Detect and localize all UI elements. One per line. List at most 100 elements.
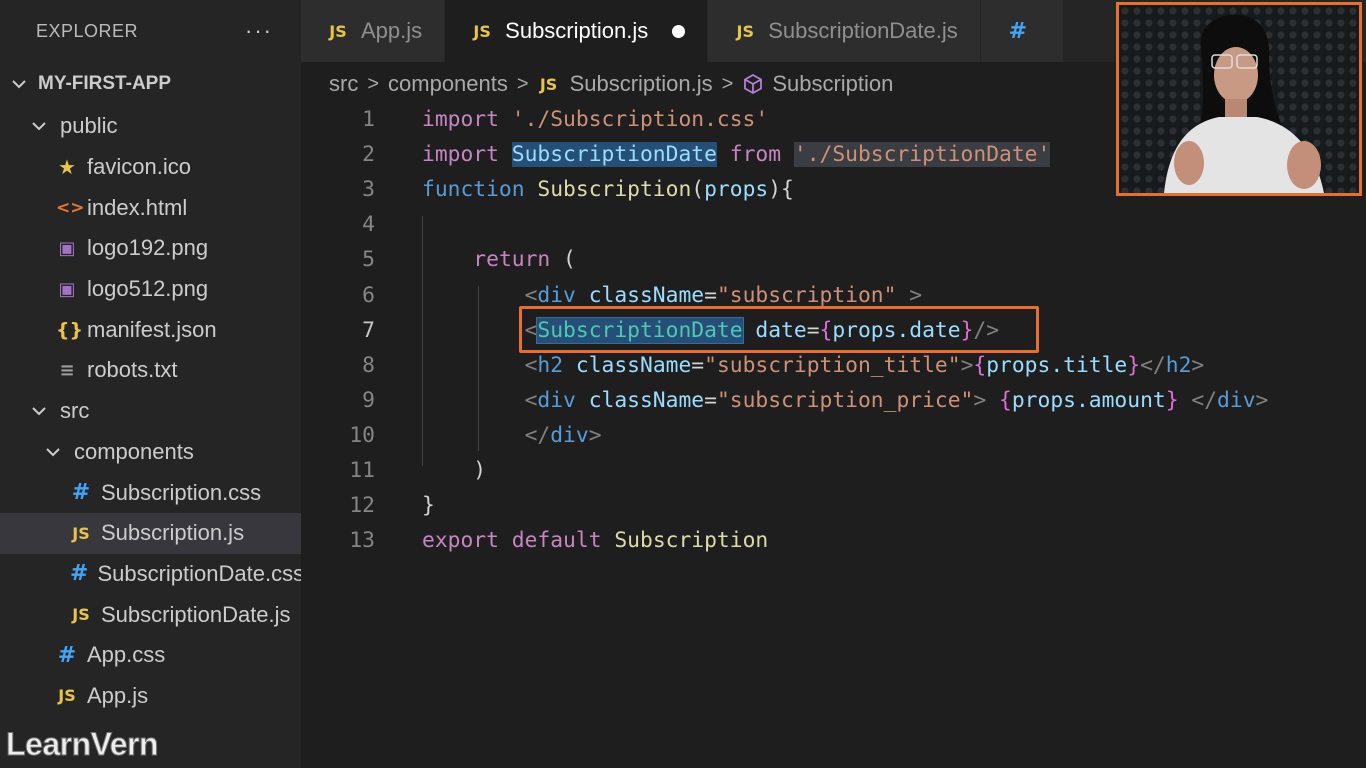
code-token: > [588,422,602,448]
code-token: h2 [1165,352,1192,378]
breadcrumb-file[interactable]: Subscription.js [570,71,713,97]
text-file-icon: ≡ [59,359,75,381]
line-number: 13 [349,528,375,554]
explorer-header: EXPLORER ··· [0,0,301,62]
tab-overflow[interactable]: # [980,0,1064,62]
code-token: import [422,142,499,168]
breadcrumb: src > components > JS Subscription.js > … [329,64,893,104]
js-icon: JS [736,21,754,41]
folder-src[interactable]: src [0,391,301,432]
file-item[interactable]: {} manifest.json [0,309,301,350]
code-token: export [422,528,499,554]
code-token: div [537,282,576,308]
code-token: } [1165,387,1179,413]
tree-item-label: components [74,438,194,464]
tab-label: App.js [361,18,423,43]
breadcrumb-src[interactable]: src [329,71,358,97]
line-number: 3 [362,177,375,203]
file-item[interactable]: JS App.js [0,676,301,717]
file-tree: public ★ favicon.ico <> index.html ▣ logo192.p… [0,106,301,716]
code-text: return ( [422,242,576,277]
tree-item-label: public [60,113,118,139]
folder-components[interactable]: components [0,432,301,473]
file-item[interactable]: # App.css [0,635,301,676]
learnvern-watermark: LearnVern [5,726,159,763]
file-item[interactable]: # Subscription.css [0,472,301,513]
code-token: > [960,352,974,378]
chevron-down-icon [12,77,26,91]
code-token: import [422,107,499,132]
code-token: from [729,142,782,168]
line-number: 12 [349,493,375,519]
code-token: ) [422,458,487,483]
code-text: </div> [422,418,602,453]
file-item[interactable]: # SubscriptionDate.css [0,554,301,595]
code-token: './SubscriptionDate' [793,142,1051,168]
file-item[interactable]: JS SubscriptionDate.js [0,594,301,635]
code-token: < [524,387,538,413]
code-token: SubscriptionDate [511,142,717,168]
code-token: './Subscription.css' [511,107,769,132]
file-item[interactable]: ▣ logo192.png [0,228,301,269]
code-text: export default Subscription [422,523,768,558]
code-token: </ [1191,387,1218,413]
code-token: return [473,247,551,273]
unsaved-dot-icon[interactable] [672,24,686,38]
js-icon: JS [473,21,491,41]
json-icon: {} [56,318,84,341]
code-token: } [1127,352,1141,378]
code-text: ) [422,453,486,488]
tab-subscriptiondate-js[interactable]: JS SubscriptionDate.js [708,0,981,62]
code-token: h2 [537,352,564,378]
code-text: } [422,488,435,523]
code-token: className [575,352,692,378]
code-token: Subscription [614,528,769,554]
file-item[interactable]: ≡ robots.txt [0,350,301,391]
code-token: "subscription_title" [704,352,961,378]
tab-label: Subscription.js [505,18,649,43]
file-item[interactable]: JS Subscription.js [0,512,301,554]
code-token: div [550,422,589,448]
chevron-right-icon: > [367,72,380,95]
line-number: 9 [362,387,375,413]
file-item[interactable]: <> index.html [0,187,301,228]
code-token: "subscription_price" [716,387,974,413]
project-root[interactable]: MY-FIRST-APP [0,62,301,106]
line-number: 11 [349,458,375,483]
css-icon: # [71,480,91,506]
folder-public[interactable]: public [0,106,301,147]
code-token: < [524,352,538,378]
code-text: import SubscriptionDate from './Subscrip… [422,137,1051,172]
code-editor[interactable]: 1 import './Subscription.css' 2 import Subs… [301,102,1366,768]
css-icon: # [1008,18,1027,44]
code-token: function [422,177,525,203]
tab-app-js[interactable]: JS App.js [301,0,446,62]
breadcrumb-components[interactable]: components [388,71,508,97]
tab-subscription-js[interactable]: JS Subscription.js [445,0,709,62]
code-token: className [588,387,705,413]
file-item[interactable]: ★ favicon.ico [0,147,301,188]
tree-item-label: App.css [87,642,166,668]
chevron-right-icon: > [721,72,734,95]
code-token: = [704,387,717,413]
tree-item-label: src [60,398,90,424]
code-text: import './Subscription.css' [422,102,768,137]
tree-item-label: SubscriptionDate.js [101,601,291,627]
line-number: 8 [362,352,375,378]
more-actions-icon[interactable]: ··· [245,18,273,44]
code-token: Subscription [537,177,692,203]
tab-label: SubscriptionDate.js [768,18,958,43]
explorer-title: EXPLORER [36,20,139,41]
file-item[interactable]: ▣ logo512.png [0,269,301,310]
line-number: 4 [362,212,375,238]
breadcrumb-symbol[interactable]: Subscription [772,71,893,97]
